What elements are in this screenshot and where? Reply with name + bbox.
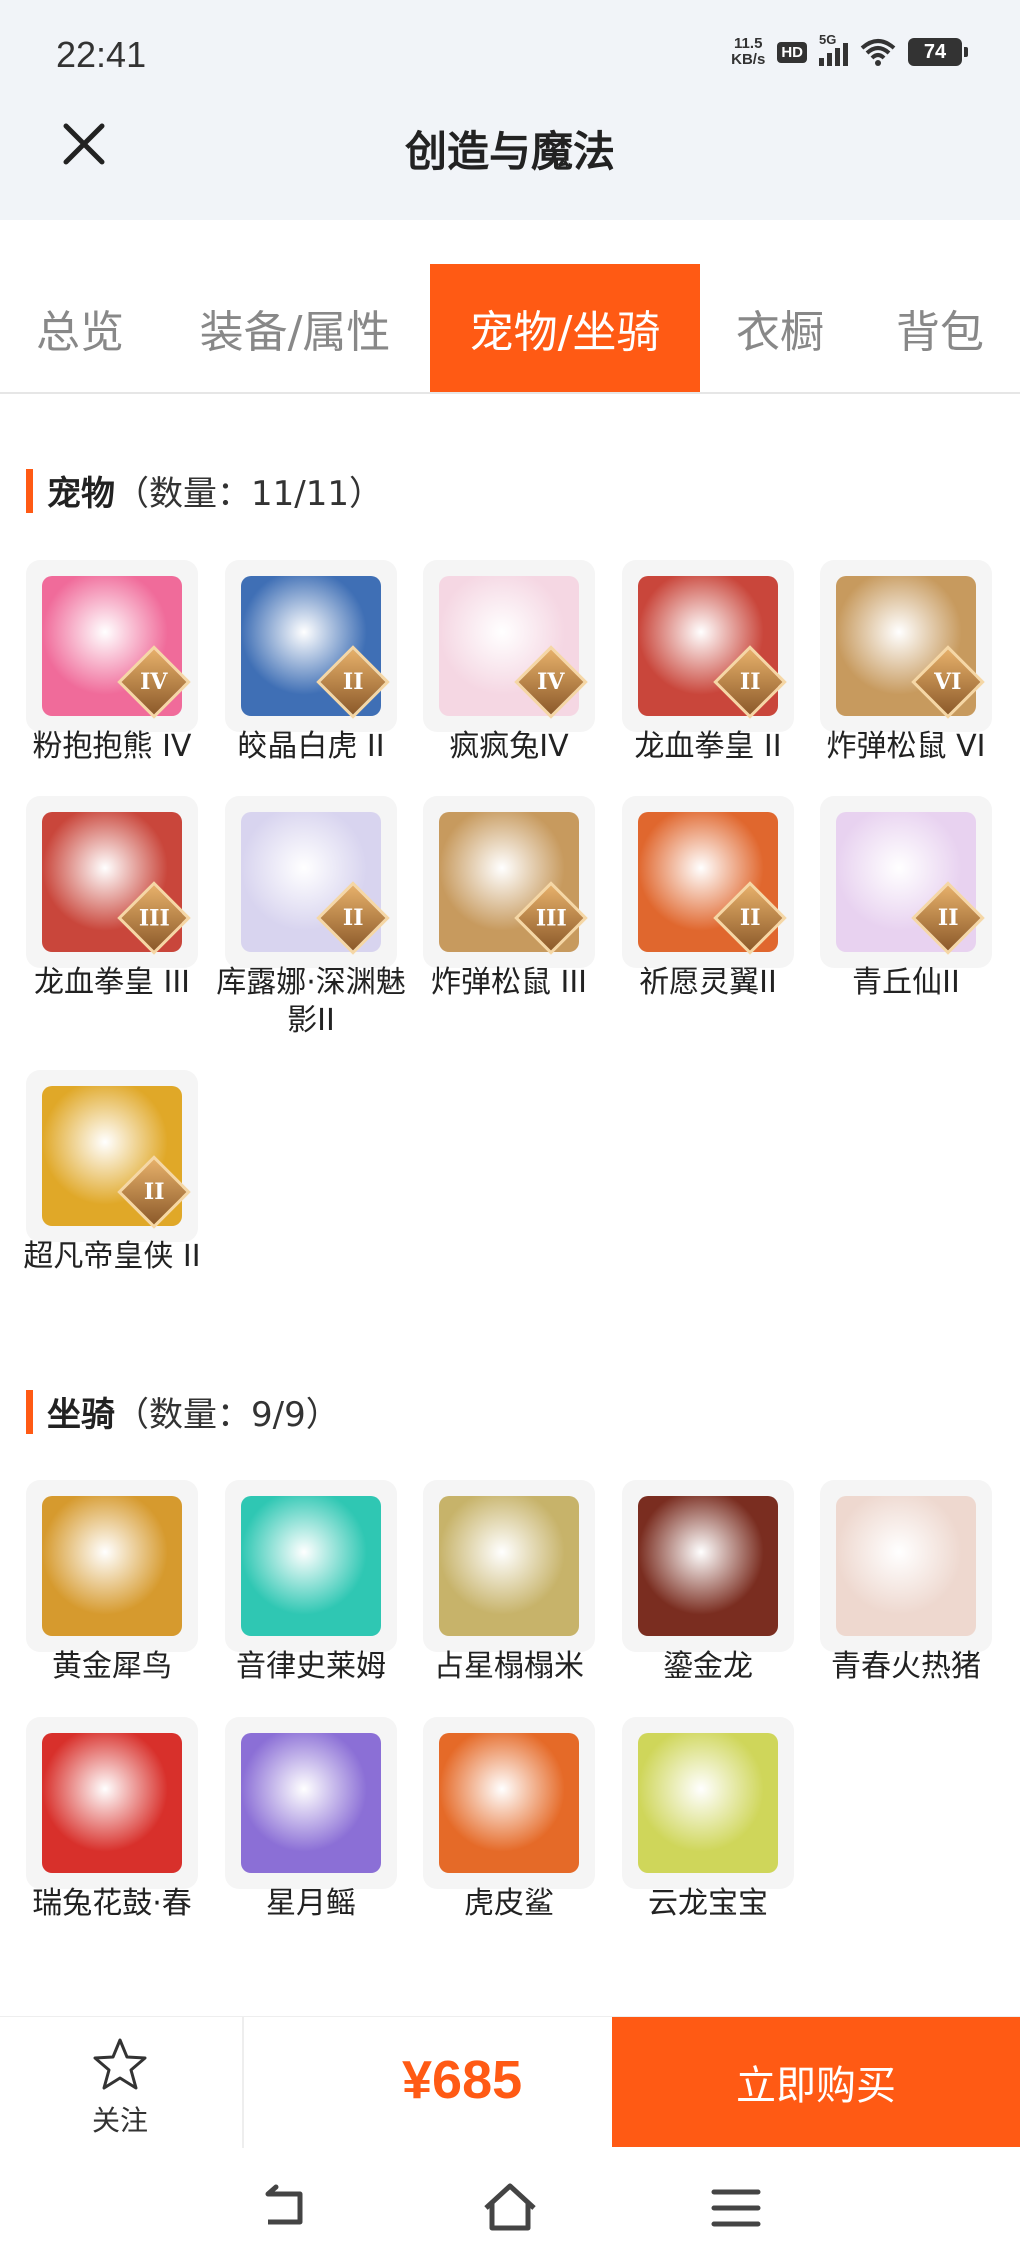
item-artwork	[241, 1733, 381, 1873]
bomb-squirrel-icon: III	[423, 796, 595, 968]
rank-text: VI	[934, 669, 962, 695]
bomb-squirrel-icon: VI	[820, 560, 992, 732]
section-accent-bar	[26, 1389, 33, 1434]
mounts-name: 星月鳐	[266, 1886, 356, 1921]
fox-fairy-icon: II	[820, 796, 992, 968]
section-accent-bar	[26, 468, 33, 513]
pets-name: 炸弹松鼠 III	[430, 965, 588, 1000]
star-icon	[93, 2038, 147, 2090]
mounts-name: 瑞兔花鼓·春	[32, 1886, 192, 1921]
follow-button[interactable]: 关注	[70, 2037, 170, 2139]
hd-badge: HD	[777, 41, 807, 63]
net-speed-unit: KB/s	[731, 51, 766, 68]
gold-dragon-icon	[622, 1480, 794, 1652]
pets-name: 龙血拳皇 II	[634, 729, 782, 764]
item-artwork	[439, 1733, 579, 1873]
hornbill-icon	[26, 1480, 198, 1652]
rank-text: II	[143, 1179, 165, 1205]
tab-overview[interactable]: 总览	[0, 264, 160, 392]
section-name: 宠物	[47, 474, 115, 514]
tab-pets-mounts[interactable]: 宠物/坐骑	[430, 264, 700, 392]
mounts-name: 虎皮鲨	[464, 1886, 554, 1921]
pets-name: 龙血拳皇 III	[33, 965, 191, 1000]
rabbit-icon: IV	[423, 560, 595, 732]
pets-name: 疯疯兔IV	[449, 729, 569, 764]
bottom-action-bar: 关注 ¥685 立即购买	[0, 2016, 1020, 2149]
item-artwork	[42, 1496, 182, 1636]
home-icon[interactable]	[480, 2178, 540, 2238]
pets-section-title: 宠物 （数量：11/11）	[26, 466, 383, 515]
tab-equipment[interactable]: 装备/属性	[160, 264, 430, 392]
net-speed-value: 11.5	[734, 35, 763, 52]
tab-wardrobe[interactable]: 衣橱	[700, 264, 860, 392]
ray-fish-icon	[225, 1717, 397, 1889]
status-time: 22:41	[56, 34, 147, 75]
tab-bar: 总览 装备/属性 宠物/坐骑 衣橱 背包	[0, 264, 1020, 394]
back-icon[interactable]	[254, 2178, 314, 2238]
pets-name: 青丘仙II	[852, 965, 960, 1000]
section-count: （数量：11/11）	[115, 474, 383, 514]
rank-text: III	[535, 905, 567, 931]
pets-name: 超凡帝皇侠 II	[23, 1239, 201, 1274]
rank-text: III	[138, 905, 170, 931]
pets-name: 库露娜·深渊魅影II	[216, 965, 406, 1038]
rank-text: IV	[140, 669, 168, 695]
item-artwork	[42, 1733, 182, 1873]
buy-now-button[interactable]: 立即购买	[612, 2017, 1020, 2147]
mounts-name: 占星榻榻米	[434, 1649, 584, 1684]
rank-text: IV	[537, 669, 565, 695]
rank-text: II	[937, 905, 959, 931]
pets-name: 粉抱抱熊 IV	[32, 729, 192, 764]
item-artwork	[638, 1496, 778, 1636]
slime-icon	[225, 1480, 397, 1652]
dragon-boxer-icon: II	[622, 560, 794, 732]
white-tiger-icon: II	[225, 560, 397, 732]
item-artwork	[241, 1496, 381, 1636]
top-header	[0, 0, 1020, 220]
menu-icon[interactable]	[706, 2178, 766, 2238]
page-title: 创造与魔法	[404, 127, 615, 176]
follow-label: 关注	[91, 2104, 148, 2137]
price: ¥685	[402, 2050, 523, 2110]
wifi-icon	[860, 39, 896, 66]
mounts-name: 青春火热猪	[831, 1649, 981, 1684]
pink-bear-icon: IV	[26, 560, 198, 732]
item-artwork	[638, 1733, 778, 1873]
kuluna-icon: II	[225, 796, 397, 968]
drum-icon	[26, 1717, 198, 1889]
tatami-icon	[423, 1480, 595, 1652]
signal-icon: 5G	[819, 32, 848, 66]
pets-name: 祈愿灵翼II	[639, 965, 777, 1000]
network-type: 5G	[819, 32, 837, 47]
rank-text: II	[342, 905, 364, 931]
system-nav-bar	[0, 2148, 1020, 2267]
item-artwork	[836, 1496, 976, 1636]
mounts-name: 音律史莱姆	[236, 1649, 386, 1684]
mounts-name: 黄金犀鸟	[52, 1649, 172, 1684]
spirit-wing-icon: II	[622, 796, 794, 968]
tab-backpack[interactable]: 背包	[860, 264, 1020, 392]
mounts-name: 鎏金龙	[663, 1649, 753, 1684]
divider	[242, 2017, 244, 2149]
pig-icon	[820, 1480, 992, 1652]
battery-indicator: 74	[908, 38, 968, 66]
section-name: 坐骑	[47, 1395, 115, 1435]
shark-icon	[423, 1717, 595, 1889]
pets-name: 皎晶白虎 II	[237, 729, 385, 764]
mounts-name: 云龙宝宝	[648, 1886, 768, 1921]
section-count: （数量：9/9）	[115, 1395, 340, 1435]
rank-text: II	[739, 905, 761, 931]
status-icons: 11.5 KB/s HD 5G 74	[731, 32, 968, 68]
item-artwork	[439, 1496, 579, 1636]
emperor-hero-icon: II	[26, 1070, 198, 1242]
network-speed: 11.5 KB/s	[731, 36, 765, 68]
mounts-section-title: 坐骑 （数量：9/9）	[26, 1387, 340, 1436]
dragon-boxer-icon: III	[26, 796, 198, 968]
rank-text: II	[342, 669, 364, 695]
pets-name: 炸弹松鼠 VI	[826, 729, 986, 764]
cloud-dragon-icon	[622, 1717, 794, 1889]
rank-text: II	[739, 669, 761, 695]
